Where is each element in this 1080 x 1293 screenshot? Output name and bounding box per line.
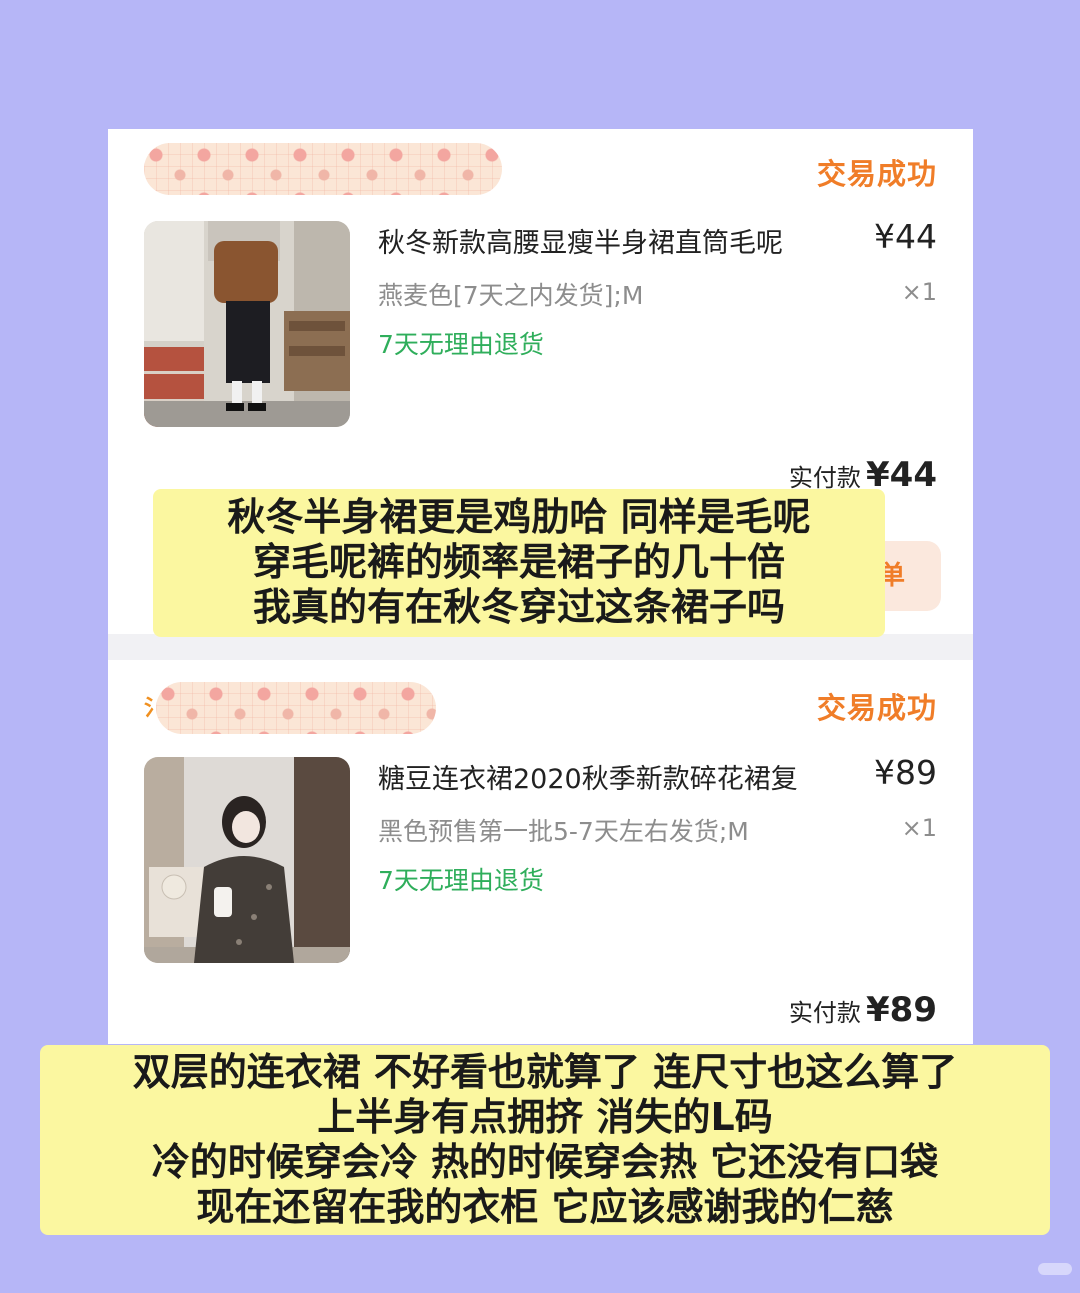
caption-note: 秋冬半身裙更是鸡肋哈 同样是毛呢 穿毛呢裤的频率是裙子的几十倍 我真的有在秋冬穿… [153, 489, 885, 637]
product-thumbnail[interactable] [144, 757, 350, 963]
product-price: ¥89 [874, 753, 937, 792]
page: 交易成功 秋冬新款高腰显瘦半身裙直筒毛呢 ¥44 燕麦色[7天之内发货];M ×… [0, 0, 1080, 1293]
caption-line: 冷的时候穿会冷 热的时候穿会热 它还没有口袋 [151, 1140, 939, 1184]
product-quantity: ×1 [901, 814, 937, 842]
caption-line: 秋冬半身裙更是鸡肋哈 同样是毛呢 [227, 495, 811, 539]
order-card[interactable]: 氵 交易成功 糖豆连衣裙2020秋季新款碎花裙复 ¥89 黑色预售第一批5-7天… [108, 660, 973, 1044]
decorative-mark: 氵 [144, 696, 167, 721]
paid-amount: 实付款 ¥89 [789, 990, 937, 1030]
order-status: 交易成功 [816, 157, 937, 191]
product-photo-skirt [144, 221, 350, 427]
paid-label: 实付款 [788, 999, 861, 1027]
caption-line: 穿毛呢裤的频率是裙子的几十倍 [252, 540, 785, 584]
caption-line: 我真的有在秋冬穿过这条裙子吗 [252, 585, 785, 629]
return-policy-badge: 7天无理由退货 [378, 866, 544, 895]
caption-line: 上半身有点拥挤 消失的L码 [317, 1095, 773, 1139]
order-status: 交易成功 [816, 691, 937, 725]
product-title[interactable]: 秋冬新款高腰显瘦半身裙直筒毛呢 [378, 221, 783, 260]
decorative-sticker [156, 682, 436, 734]
product-spec: 黑色预售第一批5-7天左右发货;M [378, 817, 749, 846]
watermark [1038, 1263, 1072, 1275]
paid-value: ¥89 [866, 990, 937, 1030]
product-price: ¥44 [874, 217, 937, 256]
caption-note: 双层的连衣裙 不好看也就算了 连尺寸也这么算了 上半身有点拥挤 消失的L码 冷的… [40, 1045, 1050, 1235]
product-photo-dress [144, 757, 350, 963]
caption-line: 双层的连衣裙 不好看也就算了 连尺寸也这么算了 [132, 1050, 958, 1094]
product-spec: 燕麦色[7天之内发货];M [378, 281, 644, 310]
return-policy-badge: 7天无理由退货 [378, 330, 544, 359]
product-quantity: ×1 [901, 278, 937, 306]
product-thumbnail[interactable] [144, 221, 350, 427]
paid-label: 实付款 [788, 464, 861, 492]
decorative-sticker [144, 143, 502, 195]
caption-line: 现在还留在我的衣柜 它应该感谢我的仁慈 [196, 1185, 894, 1229]
order-divider [108, 634, 973, 660]
product-title[interactable]: 糖豆连衣裙2020秋季新款碎花裙复 [378, 757, 798, 796]
